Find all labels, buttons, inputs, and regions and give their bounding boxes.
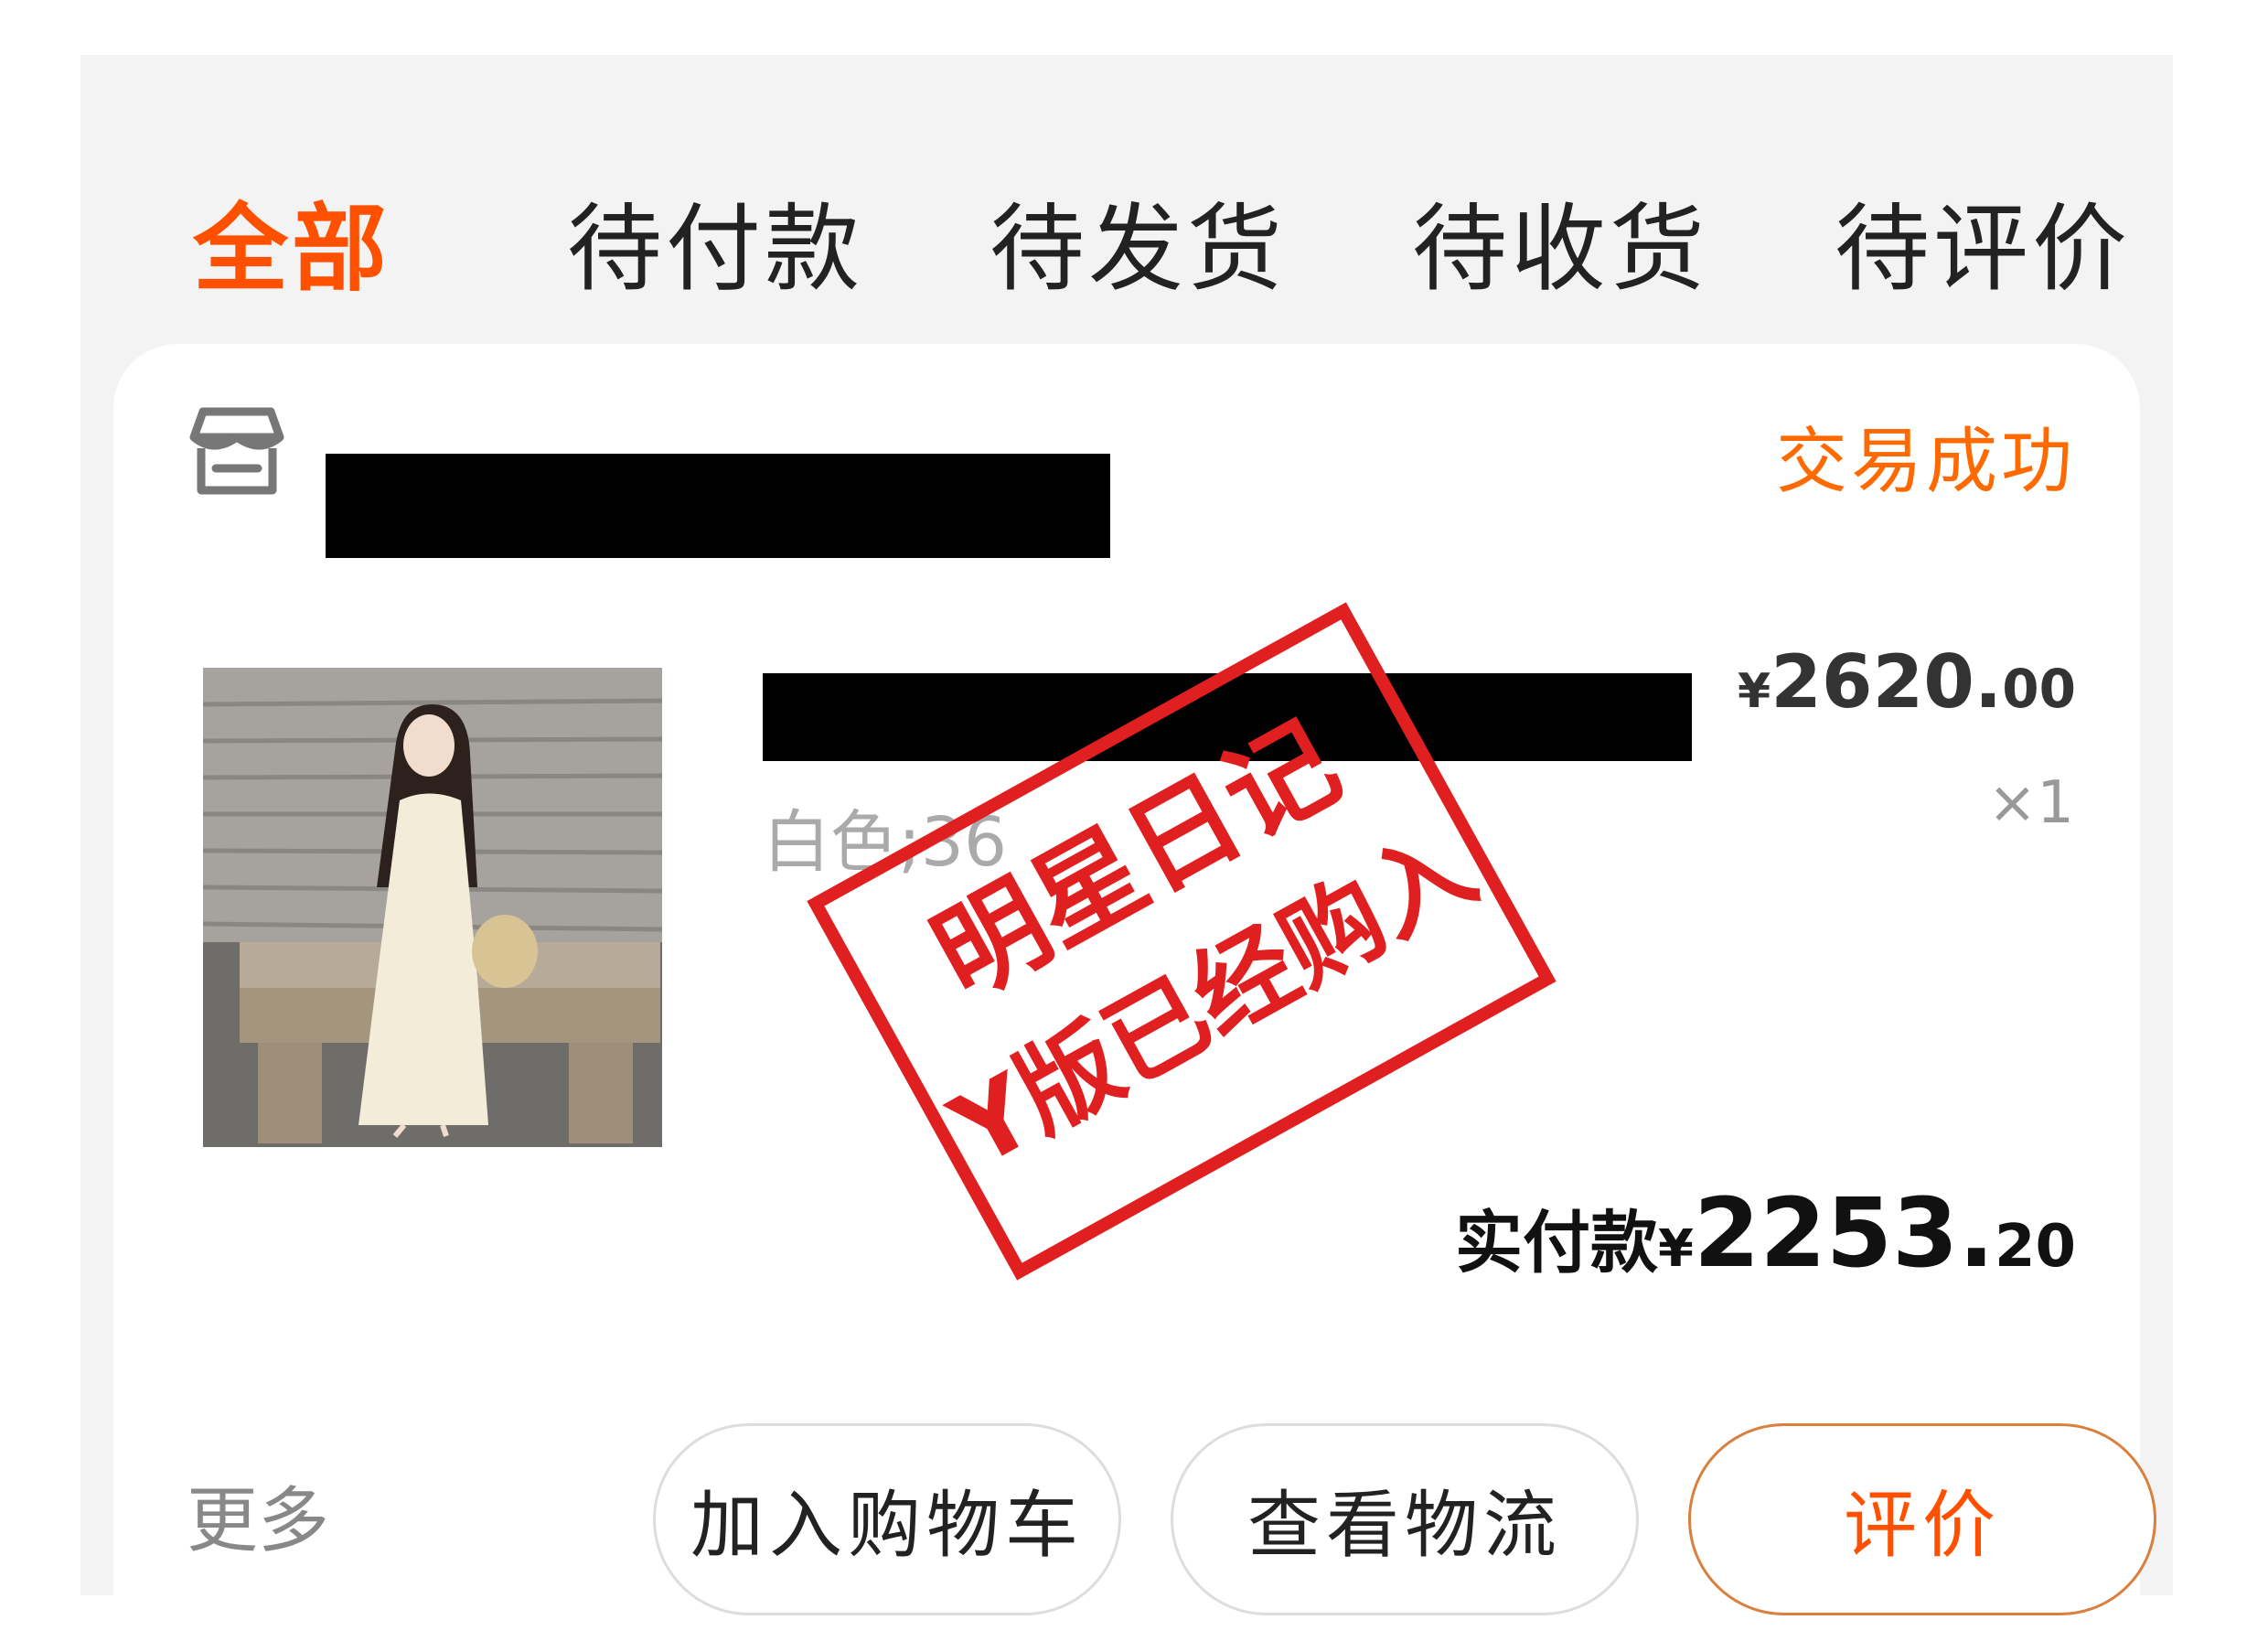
review-button[interactable]: 评价 — [1688, 1423, 2156, 1615]
product-title-redacted — [763, 673, 1692, 761]
paid-symbol: ¥ — [1658, 1219, 1694, 1279]
store-icon — [189, 407, 284, 495]
store-name-redacted — [326, 454, 1110, 558]
product-price: ¥2620.00 — [1738, 646, 2076, 719]
paid-label: 实付款 — [1455, 1204, 1658, 1282]
price-decimal: 00 — [2002, 658, 2076, 720]
price-integer: 2620. — [1771, 639, 2003, 724]
product-sku: 白色;36 — [763, 803, 1008, 882]
tab-all[interactable]: 全部 — [193, 201, 390, 296]
add-to-cart-button[interactable]: 加入购物车 — [653, 1423, 1121, 1615]
order-list-panel: 全部 待付款 待发货 待收货 待评价 交易成功 白色;36 ¥2620.00 ×… — [80, 55, 2173, 1652]
paid-amount: 实付款¥2253.20 — [1455, 1185, 2076, 1281]
tab-pending-shipment[interactable]: 待发货 — [990, 201, 1286, 296]
tab-pending-review[interactable]: 待评价 — [1835, 201, 2131, 296]
paid-decimal: 20 — [1994, 1213, 2076, 1281]
order-card: 交易成功 白色;36 ¥2620.00 ×1 实付款¥2253.20 更多 加入… — [113, 344, 2156, 1652]
paid-integer: 2253. — [1693, 1177, 1995, 1289]
tab-pending-payment[interactable]: 待付款 — [567, 201, 863, 296]
view-logistics-button[interactable]: 查看物流 — [1171, 1423, 1639, 1615]
tab-pending-receipt[interactable]: 待收货 — [1412, 201, 1708, 296]
more-button[interactable]: 更多 — [187, 1486, 329, 1557]
product-thumbnail[interactable] — [203, 668, 662, 1147]
order-tabs: 全部 待付款 待发货 待收货 待评价 — [80, 55, 2173, 311]
price-symbol: ¥ — [1738, 664, 1771, 719]
product-quantity: ×1 — [1987, 769, 2074, 837]
order-status: 交易成功 — [1775, 421, 2076, 503]
